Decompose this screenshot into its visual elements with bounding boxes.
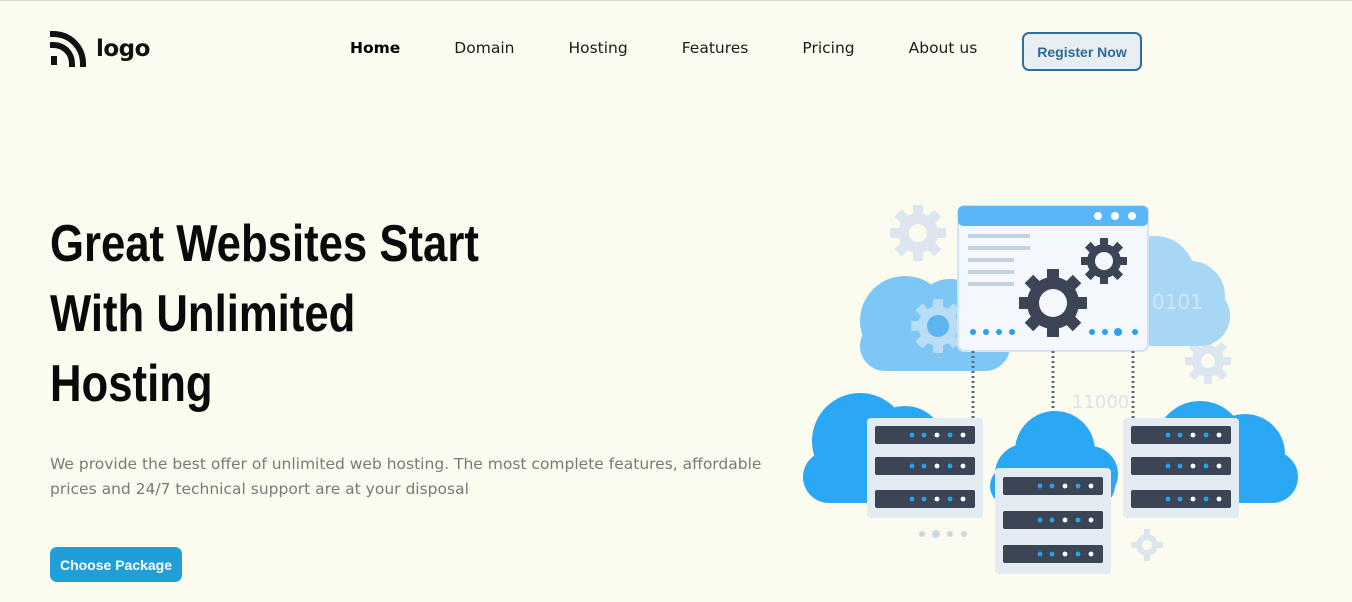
- binary-text: 0101: [1152, 290, 1203, 314]
- register-now-button[interactable]: Register Now: [1022, 32, 1142, 71]
- nav-domain[interactable]: Domain: [454, 39, 514, 57]
- main-nav: Home Domain Hosting Features Pricing Abo…: [350, 39, 1031, 57]
- rss-icon: [50, 31, 86, 67]
- headline-line: Great Websites Start: [50, 215, 479, 273]
- gear-icon: [911, 299, 965, 353]
- nav-pricing[interactable]: Pricing: [802, 39, 854, 57]
- server-rack: [1123, 418, 1239, 518]
- hosting-illustration: 0101 11000: [803, 205, 1298, 574]
- choose-package-button[interactable]: Choose Package: [50, 547, 182, 582]
- nav-home[interactable]: Home: [350, 39, 400, 57]
- server-rack: [867, 418, 983, 518]
- nav-about-us[interactable]: About us: [909, 39, 978, 57]
- server-rack: [995, 468, 1111, 574]
- hero-description: We provide the best offer of unlimited w…: [50, 455, 762, 498]
- gear-icon: [890, 205, 946, 261]
- gear-icon: [1131, 529, 1163, 561]
- logo-text: logo: [96, 36, 150, 62]
- decorative-dots: [919, 530, 967, 538]
- gear-icon: [1019, 269, 1087, 337]
- logo[interactable]: logo: [50, 31, 150, 67]
- hero-headline: Great Websites Start With Unlimited Host…: [50, 209, 520, 419]
- nav-features[interactable]: Features: [682, 39, 749, 57]
- gear-icon: [1081, 238, 1127, 284]
- headline-line: Hosting: [50, 355, 213, 413]
- headline-line: With Unlimited: [50, 285, 356, 343]
- nav-hosting[interactable]: Hosting: [568, 39, 627, 57]
- binary-text: 11000: [1072, 392, 1129, 413]
